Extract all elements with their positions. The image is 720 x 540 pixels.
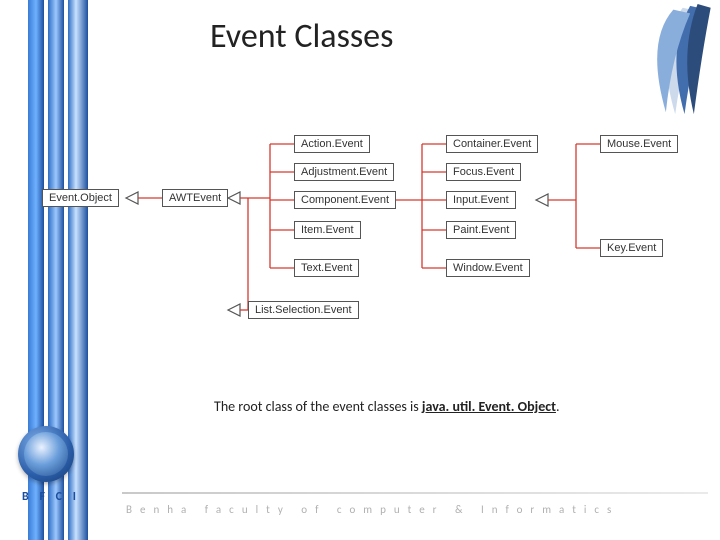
- node-input-event: Input.Event: [446, 191, 516, 209]
- bfci-logo: [18, 426, 74, 482]
- footer-divider: [122, 492, 708, 494]
- node-paint-event: Paint.Event: [446, 221, 516, 239]
- caption-suffix: .: [556, 398, 560, 415]
- diagram-edges: [36, 120, 716, 340]
- footer-text: Benha faculty of computer & Informatics: [126, 503, 704, 516]
- node-list-selection: List.Selection.Event: [248, 301, 359, 319]
- node-component-event: Component.Event: [294, 191, 396, 209]
- node-event-object: Event.Object: [42, 189, 119, 207]
- caption: The root class of the event classes is j…: [214, 398, 560, 415]
- class-hierarchy-diagram: Event.Object AWTEvent List.Selection.Eve…: [36, 120, 716, 340]
- caption-class: java. util. Event. Object: [422, 398, 556, 415]
- node-text-event: Text.Event: [294, 259, 359, 277]
- node-adjustment-event: Adjustment.Event: [294, 163, 394, 181]
- node-action-event: Action.Event: [294, 135, 370, 153]
- caption-prefix: The root class of the event classes is: [214, 398, 422, 415]
- node-mouse-event: Mouse.Event: [600, 135, 678, 153]
- node-window-event: Window.Event: [446, 259, 530, 277]
- bfci-label: B F C I: [22, 490, 80, 504]
- slide-title: Event Classes: [210, 16, 393, 57]
- node-key-event: Key.Event: [600, 239, 663, 257]
- corner-decor-icon: [616, 4, 712, 116]
- node-container-event: Container.Event: [446, 135, 538, 153]
- node-item-event: Item.Event: [294, 221, 361, 239]
- node-focus-event: Focus.Event: [446, 163, 521, 181]
- node-awt-event: AWTEvent: [162, 189, 228, 207]
